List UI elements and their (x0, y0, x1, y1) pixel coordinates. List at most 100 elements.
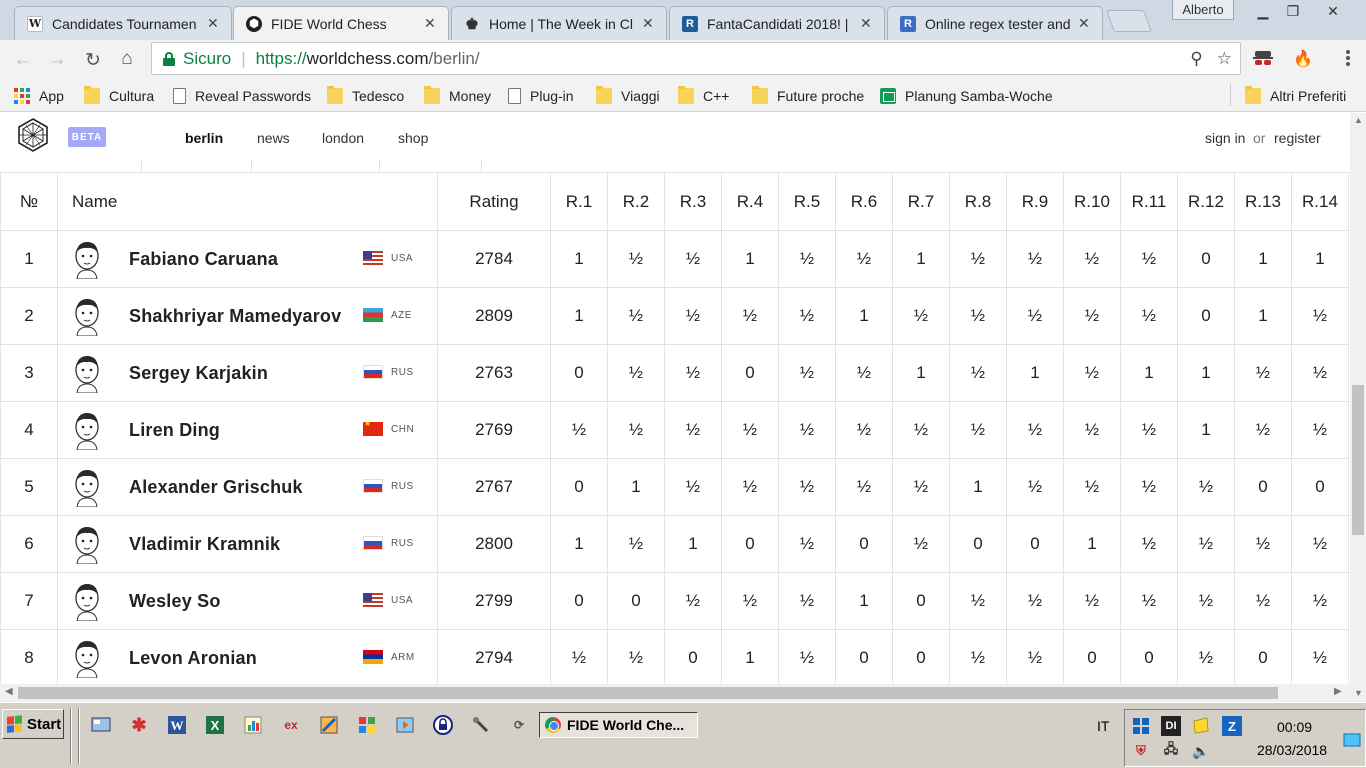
media-player-icon[interactable] (394, 714, 416, 736)
profile-button[interactable]: Alberto (1172, 0, 1234, 20)
nav-shop[interactable]: shop (398, 130, 428, 146)
table-row[interactable]: 4Liren DingCHN2769½½½½½½½½½½½1½½ (0, 401, 1349, 459)
player-name-cell[interactable]: Liren Ding CHN (57, 401, 438, 459)
table-row[interactable]: 5 Alexander Grischuk RUS 2767 0 1 ½ ½ ½ ½ ½ 1 ½ ½ ½ ½ 0 0 (0, 458, 1349, 516)
register-link[interactable]: register (1274, 130, 1321, 146)
player-name[interactable]: Liren Ding (129, 420, 220, 441)
close-icon[interactable]: ✕ (1078, 15, 1092, 32)
player-name-cell[interactable]: Sergey Karjakin RUS (57, 344, 438, 402)
restore-icon[interactable]: ❐ (1278, 0, 1308, 22)
table-row[interactable]: 6 Vladimir Kramnik RUS 2800 1 ½ 1 0 ½ 0 ½ 0 0 1 ½ ½ ½ ½ (0, 515, 1349, 573)
zoom-icon[interactable]: ⚲ (1190, 49, 1202, 69)
regex-app-icon[interactable]: ex (280, 714, 302, 736)
player-name[interactable]: Levon Aronian (129, 648, 257, 669)
bookmark-other[interactable]: Altri Preferiti (1245, 86, 1346, 106)
tab-candidates[interactable]: W Candidates Tournamen ✕ (14, 6, 232, 40)
reload-icon[interactable]: ↻ (81, 48, 105, 72)
paint-icon[interactable] (318, 714, 340, 736)
incognito-extension-icon[interactable] (1252, 48, 1274, 70)
tab-fide-world-chess[interactable]: ⬢ FIDE World Chess ✕ (233, 6, 449, 40)
network-app-icon[interactable]: ⟳ (508, 714, 530, 736)
chrome-menu-icon[interactable] (1340, 46, 1356, 70)
minimize-icon[interactable]: ▁ (1248, 0, 1278, 22)
vertical-scrollbar[interactable]: ▲ ▼ (1350, 113, 1366, 702)
player-name[interactable]: Vladimir Kramnik (129, 534, 280, 555)
tool-icon[interactable] (470, 714, 492, 736)
player-name-cell[interactable]: Alexander Grischuk RUS (57, 458, 438, 516)
new-tab-button[interactable] (1105, 10, 1153, 32)
player-name[interactable]: Wesley So (129, 591, 221, 612)
scroll-down-icon[interactable]: ▼ (1354, 688, 1363, 698)
player-rank: 4 (0, 401, 58, 459)
bookmark-planung-samba[interactable]: Planung Samba-Woche (880, 86, 1052, 106)
vertical-scroll-thumb[interactable] (1352, 385, 1364, 535)
sticky-note-tray-icon[interactable] (1191, 716, 1211, 736)
windows-app-icon[interactable] (356, 714, 378, 736)
nav-berlin[interactable]: berlin (185, 130, 223, 146)
bookmark-viaggi[interactable]: Viaggi (596, 86, 660, 106)
close-icon[interactable]: ✕ (424, 15, 438, 32)
z-tray-icon[interactable]: Z (1222, 716, 1242, 736)
bookmark-cultura[interactable]: Cultura (84, 86, 154, 106)
player-name-cell[interactable]: Wesley So USA (57, 572, 438, 630)
tab-fantacandidati[interactable]: R FantaCandidati 2018! | ✕ (669, 6, 885, 40)
horizontal-scrollbar[interactable]: ◀ ▶ (0, 684, 1350, 702)
scroll-up-icon[interactable]: ▲ (1354, 115, 1363, 125)
table-row[interactable]: 1 Fabiano Caruana USA 2784 1 ½ ½ 1 ½ ½ 1 ½ ½ ½ ½ 0 1 1 (0, 230, 1349, 288)
scroll-right-icon[interactable]: ▶ (1334, 686, 1342, 697)
address-bar[interactable]: Sicuro | https://worldchess.com/berlin/ … (151, 42, 1241, 75)
bookmark-plug-in[interactable]: Plug-in (508, 86, 574, 106)
taskbar-window-fide[interactable]: FIDE World Che... (539, 712, 698, 738)
network-tray-icon[interactable]: 🖧 (1161, 741, 1181, 761)
sign-in-link[interactable]: sign in (1205, 130, 1245, 146)
close-icon[interactable]: ✕ (860, 15, 874, 32)
bookmark-apps[interactable]: App (14, 86, 64, 106)
nav-news[interactable]: news (257, 130, 290, 146)
worldchess-logo-icon[interactable] (16, 118, 50, 152)
table-row[interactable]: 2 Shakhriyar Mamedyarov AZE 2809 1 ½ ½ ½ ½ 1 ½ ½ ½ ½ ½… (0, 287, 1349, 345)
home-icon[interactable]: ⌂ (115, 47, 139, 71)
tab-week-in-chess[interactable]: ♚ Home | The Week in Cl ✕ (451, 6, 667, 40)
player-name-cell[interactable]: Vladimir Kramnik RUS (57, 515, 438, 573)
forward-icon[interactable]: → (45, 48, 69, 72)
fire-extension-icon[interactable]: 🔥 (1292, 48, 1314, 70)
chart-app-icon[interactable] (242, 714, 264, 736)
nav-london[interactable]: london (322, 130, 364, 146)
player-name[interactable]: Sergey Karjakin (129, 363, 268, 384)
bookmark-money[interactable]: Money (424, 86, 491, 106)
start-button[interactable]: Start (2, 709, 64, 739)
bookmark-tedesco[interactable]: Tedesco (327, 86, 404, 106)
bookmark-reveal-passwords[interactable]: Reveal Passwords (173, 86, 311, 106)
volume-icon[interactable]: 🔈 (1191, 741, 1211, 761)
language-indicator[interactable]: IT (1097, 718, 1109, 734)
clock-time[interactable]: 00:09 (1277, 719, 1312, 735)
player-name-cell[interactable]: Fabiano Caruana USA (57, 230, 438, 288)
player-name-cell[interactable]: Levon Aronian ARM (57, 629, 438, 684)
table-row[interactable]: 7 Wesley So USA 2799 0 0 ½ ½ ½ 1 0 ½ ½ ½ ½ ½ ½ ½ (0, 572, 1349, 630)
padlock-app-icon[interactable] (432, 714, 454, 736)
security-tray-icon[interactable]: ⛨ (1131, 741, 1151, 761)
scroll-left-icon[interactable]: ◀ (5, 686, 13, 697)
player-name[interactable]: Alexander Grischuk (129, 477, 303, 498)
bookmark-future-proche[interactable]: Future proche (752, 86, 864, 106)
back-icon[interactable]: ← (11, 48, 35, 72)
bookmark-star-icon[interactable]: ☆ (1217, 49, 1232, 69)
close-icon[interactable]: ✕ (642, 15, 656, 32)
player-name-cell[interactable]: Shakhriyar Mamedyarov AZE (57, 287, 438, 345)
notification-tray-icon[interactable] (1342, 730, 1362, 750)
grid-tray-icon[interactable] (1131, 716, 1151, 736)
close-window-icon[interactable]: ✕ (1318, 0, 1348, 22)
excel-icon[interactable]: X (204, 714, 226, 736)
tab-regex-tester[interactable]: R Online regex tester and ✕ (887, 6, 1103, 40)
player-name[interactable]: Fabiano Caruana (129, 249, 278, 270)
close-icon[interactable]: ✕ (207, 15, 221, 32)
word-icon[interactable]: W (166, 714, 188, 736)
table-row[interactable]: 3 Sergey Karjakin RUS 2763 0 ½ ½ 0 ½ ½ 1 ½ 1 ½ 1 1 ½ ½ (0, 344, 1349, 402)
dl-tray-icon[interactable]: DI (1161, 716, 1181, 736)
horizontal-scroll-thumb[interactable] (18, 687, 1278, 699)
bookmark-cpp[interactable]: C++ (678, 86, 729, 106)
table-row[interactable]: 8 Levon Aronian ARM 2794 ½ ½ 0 1 ½ 0 0 ½ ½ 0 0 ½ 0 ½ (0, 629, 1349, 684)
show-desktop-icon[interactable] (90, 714, 112, 736)
spider-app-icon[interactable]: ✱ (128, 714, 150, 736)
player-name[interactable]: Shakhriyar Mamedyarov (129, 306, 341, 327)
